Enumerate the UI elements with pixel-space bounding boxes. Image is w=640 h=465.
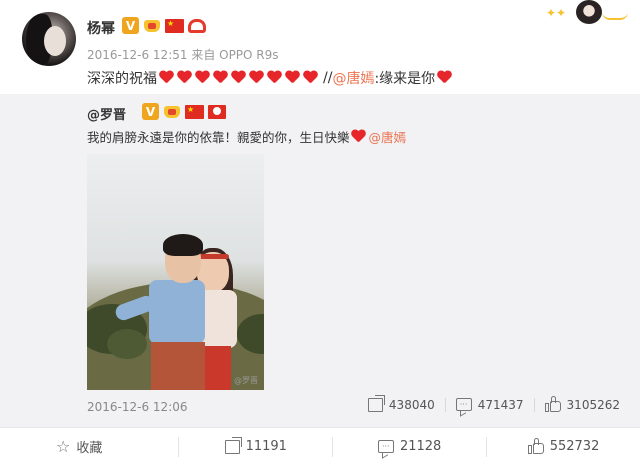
mention-link[interactable]: @唐嫣 [369, 127, 407, 146]
comment-icon: ··· [377, 440, 394, 453]
share-button[interactable]: 11191 [178, 436, 332, 457]
share-icon [367, 394, 385, 412]
repost-separator: // [323, 70, 333, 86]
heart-emoji-row [159, 71, 321, 85]
hongkong-flag-icon [208, 104, 226, 119]
like-button[interactable]: 552732 [486, 436, 640, 457]
share-icon [224, 436, 242, 454]
repost-author[interactable]: @罗晋 [87, 104, 126, 123]
heart-emoji [267, 71, 282, 85]
china-flag-icon: ★ [185, 104, 204, 119]
repost-share-stat[interactable]: 438040 [367, 394, 435, 412]
card-decoration: ✦✦ [546, 0, 628, 24]
like-icon [527, 438, 544, 454]
crown-icon[interactable] [143, 17, 161, 34]
share-count: 11191 [245, 439, 287, 454]
repost-comment-count: 471437 [477, 397, 524, 412]
author-name[interactable]: 杨幂 [87, 18, 115, 38]
repost-card[interactable]: @罗晋 V ★ 我的肩膀永遠是你的依靠！親愛的你，生日快樂 @唐嫣 @罗晋 20… [0, 94, 640, 427]
repost-text: 我的肩膀永遠是你的依靠！親愛的你，生日快樂 @唐嫣 [87, 127, 406, 146]
favorite-label: 收藏 [76, 441, 103, 456]
repost-stats: 438040 ··· 471437 3105262 [367, 394, 620, 412]
repost-text-body: 我的肩膀永遠是你的依靠！親愛的你，生日快樂 [87, 130, 350, 145]
heart-emoji [249, 71, 264, 85]
like-icon [544, 396, 561, 412]
quote-text: :缘来是你 [374, 71, 436, 87]
weibo-post: 杨幂 V ★ ✦✦ 2016-12-6 12:51 来自 OPPO R9s 深深… [0, 0, 640, 94]
verified-icon[interactable]: V [142, 103, 159, 120]
china-flag-icon: ★ [165, 18, 184, 33]
heart-emoji [213, 71, 228, 85]
post-text-prefix: 深深的祝福 [87, 71, 157, 87]
photo-watermark: @罗晋 [234, 376, 258, 385]
favorite-button[interactable]: ☆ 收藏 [0, 437, 178, 457]
repost-like-stat[interactable]: 3105262 [544, 396, 620, 412]
author-badges: V ★ [122, 17, 206, 34]
comment-icon: ··· [455, 398, 472, 411]
repost-share-count: 438040 [388, 397, 435, 412]
heart-emoji [351, 130, 366, 144]
author-avatar[interactable] [22, 12, 76, 66]
repost-like-count: 3105262 [566, 397, 620, 412]
repost-comment-stat[interactable]: ··· 471437 [455, 397, 524, 412]
post-action-bar: ☆ 收藏 11191 ··· 21128 552732 [0, 427, 640, 465]
repost-author-badges: V ★ [142, 103, 226, 120]
post-meta: 2016-12-6 12:51 来自 OPPO R9s [87, 48, 279, 62]
heart-emoji [231, 71, 246, 85]
heart-emoji [303, 71, 318, 85]
heart-badge-icon [188, 18, 206, 34]
heart-emoji [437, 71, 452, 85]
repost-photo[interactable]: @罗晋 [87, 154, 264, 390]
heart-emoji [177, 71, 192, 85]
star-icon: ☆ [56, 437, 71, 456]
post-text: 深深的祝福 // @唐嫣 :缘来是你 [87, 68, 455, 88]
crown-icon[interactable] [163, 103, 181, 120]
heart-emoji [285, 71, 300, 85]
mention-link[interactable]: @唐嫣 [332, 68, 374, 88]
verified-icon[interactable]: V [122, 17, 139, 34]
repost-timestamp[interactable]: 2016-12-6 12:06 [87, 400, 188, 414]
heart-emoji [159, 71, 174, 85]
like-count: 552732 [549, 439, 600, 454]
comment-count: 21128 [399, 439, 442, 454]
heart-emoji [195, 71, 210, 85]
comment-button[interactable]: ··· 21128 [332, 436, 486, 457]
